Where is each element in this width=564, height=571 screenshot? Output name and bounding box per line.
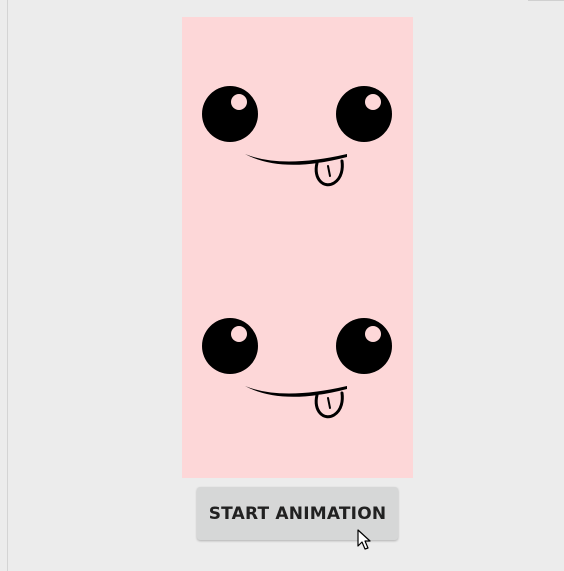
animation-canvas — [182, 17, 413, 478]
tongue-face-icon — [182, 316, 413, 436]
window-left-border — [7, 0, 8, 571]
window-top-edge — [528, 0, 564, 4]
tongue-face-icon — [182, 85, 413, 205]
mouse-pointer-icon — [357, 529, 373, 553]
